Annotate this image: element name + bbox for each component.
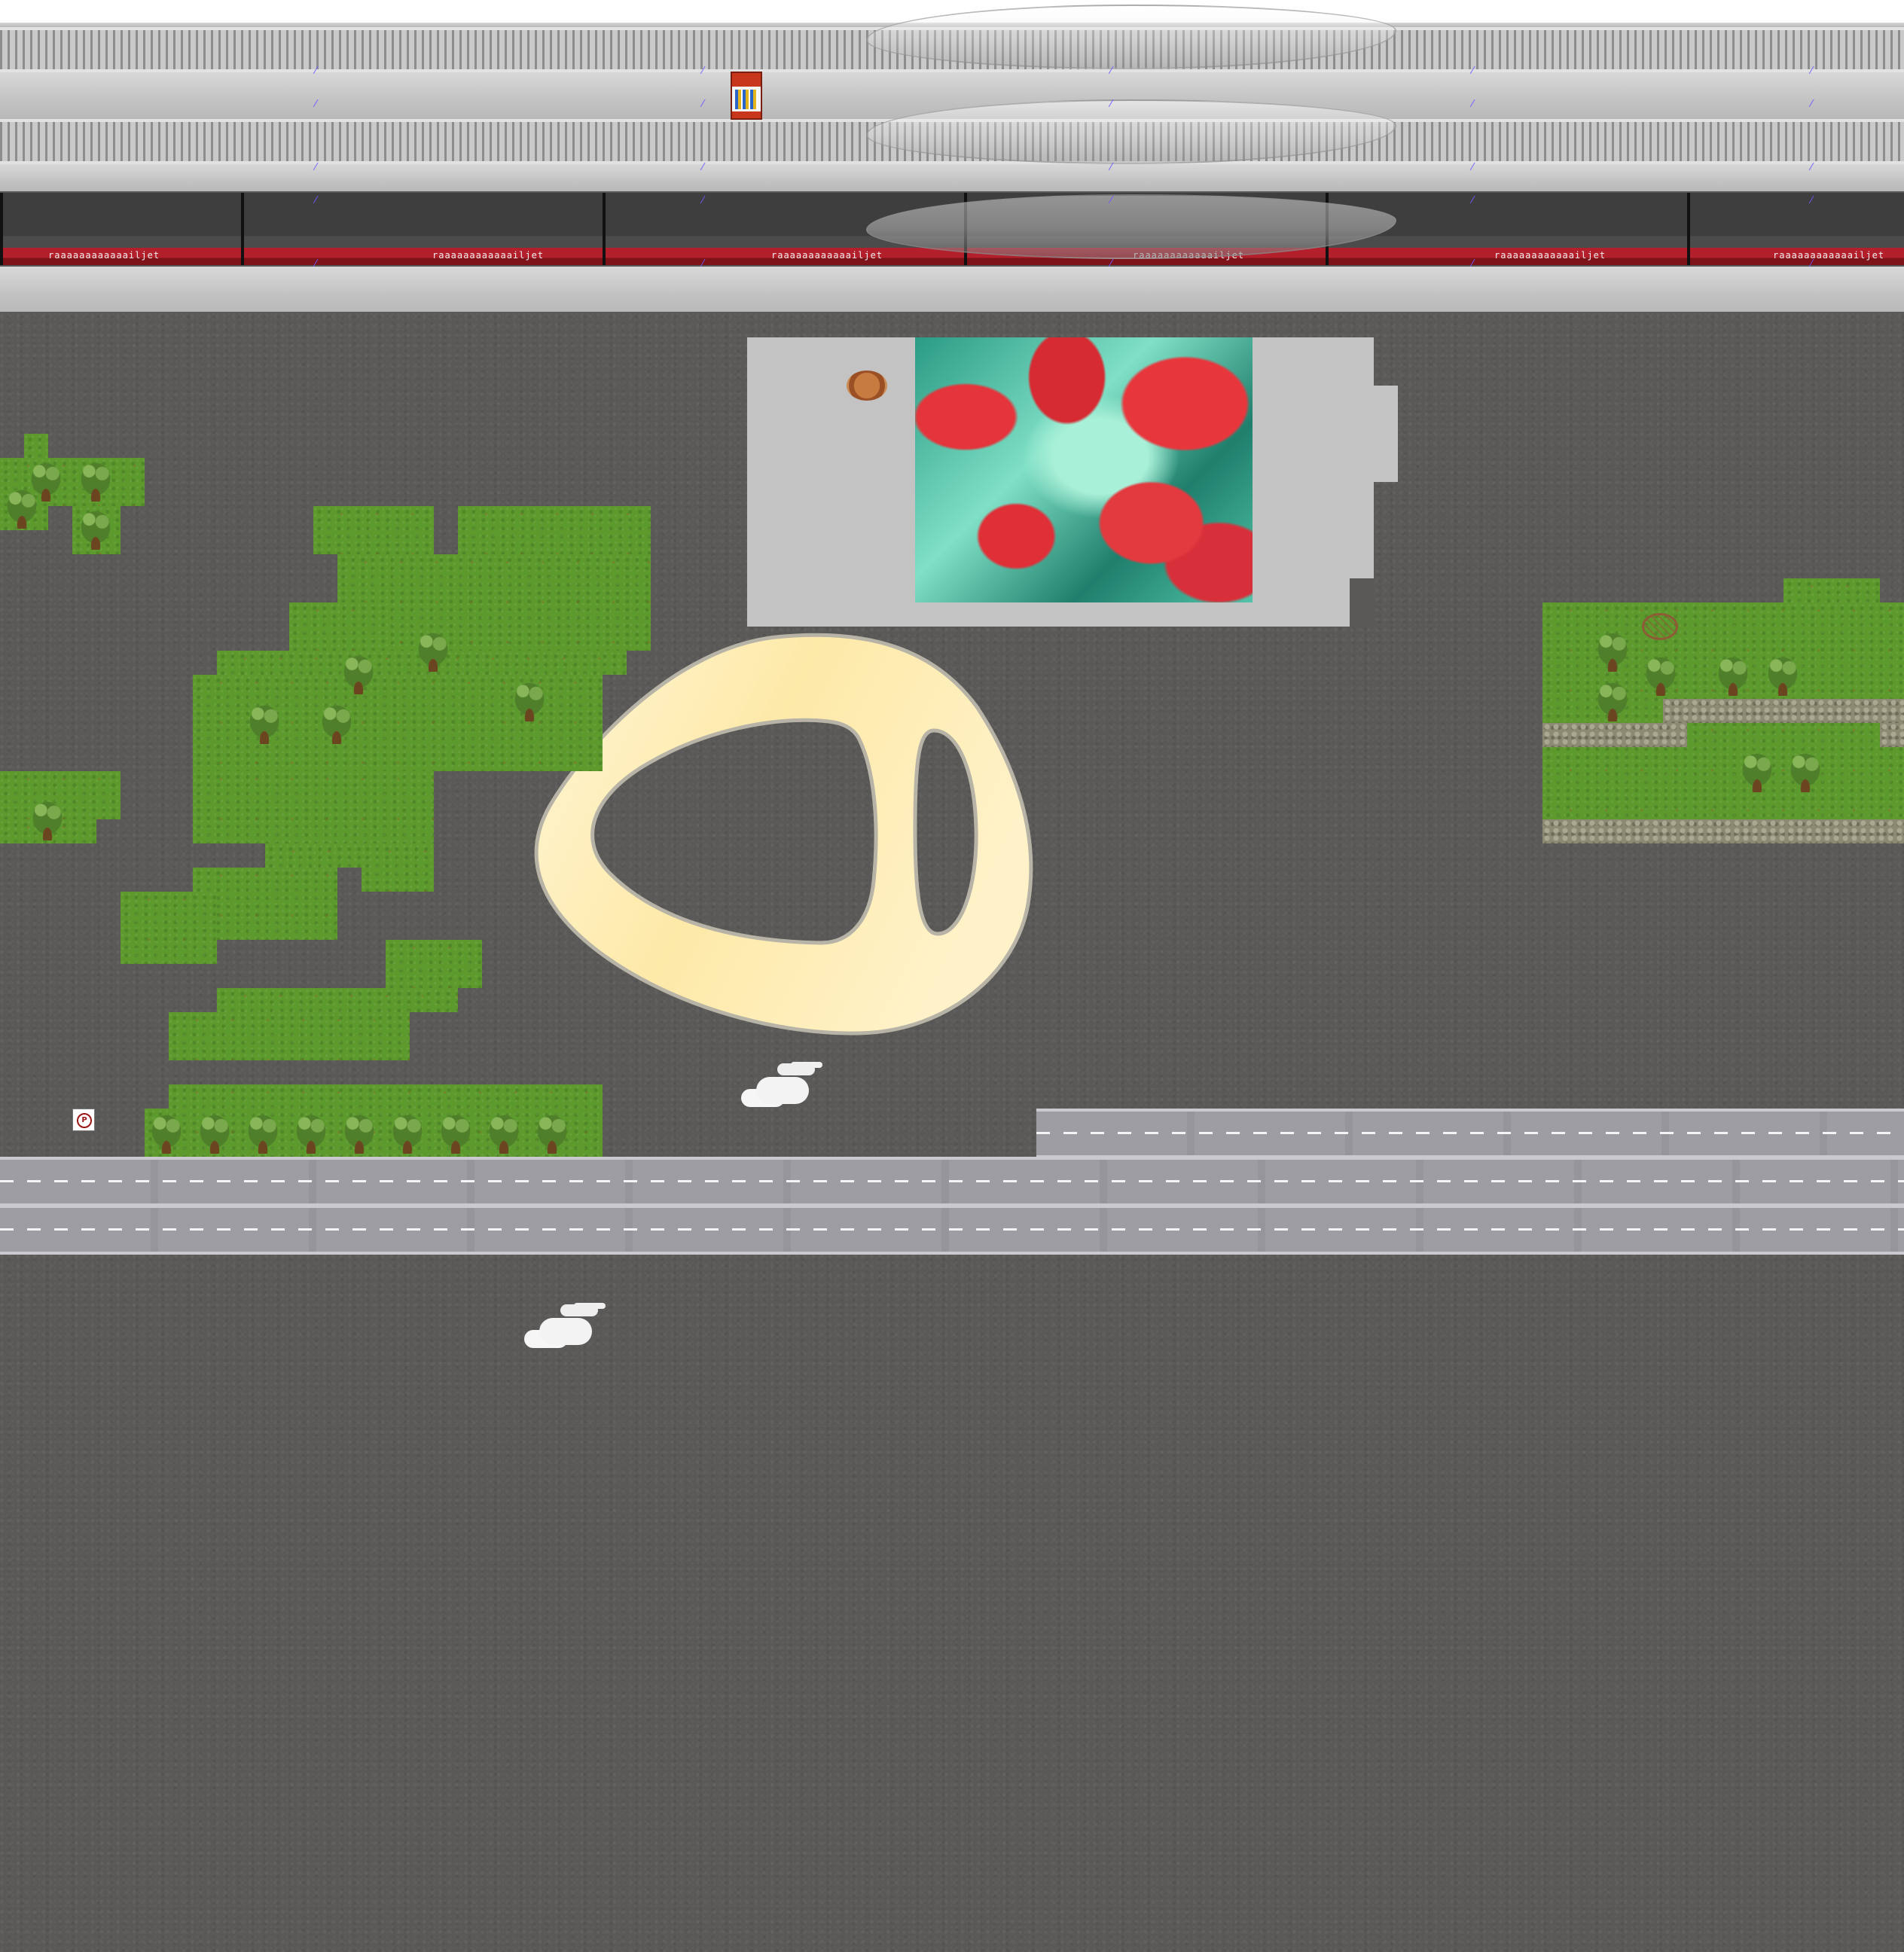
- train-car[interactable]: raaaaaaaaaaaailjet: [0, 193, 241, 265]
- platform-2[interactable]: [0, 164, 1904, 191]
- grass-patch: [121, 892, 217, 964]
- tree-icon: [508, 675, 551, 721]
- platform-marker-icon: ⁄: [315, 258, 317, 270]
- tree-icon: [482, 1107, 526, 1154]
- platform-marker-icon: ⁄: [1811, 258, 1813, 270]
- grass-patch: [362, 843, 434, 892]
- tree-icon: [1761, 649, 1805, 696]
- platform-marker-icon: ⁄: [702, 99, 704, 110]
- train-car[interactable]: raaaaaaaaaaaailjet: [241, 193, 603, 265]
- platform-marker-icon: ⁄: [315, 99, 317, 110]
- platform-marker-icon: ⁄: [1811, 99, 1813, 110]
- platform-marker-icon: ⁄: [702, 258, 704, 270]
- tree-icon: [0, 482, 44, 529]
- tree-icon: [289, 1107, 333, 1154]
- tree-icon: [1591, 675, 1634, 721]
- platform-marker-icon: ⁄: [1811, 66, 1813, 77]
- platform-marker-icon: ⁄: [1110, 195, 1112, 206]
- grass-patch: [313, 506, 434, 554]
- stone-wall: [1542, 819, 1904, 843]
- smoke-puff-icon: [756, 1077, 809, 1104]
- platform-marker-icon: ⁄: [315, 66, 317, 77]
- platform-marker-icon: ⁄: [702, 162, 704, 173]
- platform-marker-icon: ⁄: [702, 195, 704, 206]
- tree-icon: [1783, 746, 1827, 792]
- tree-icon: [530, 1107, 574, 1154]
- tree-icon: [337, 1107, 381, 1154]
- tree-icon: [337, 648, 380, 694]
- grass-patch: [217, 988, 458, 1012]
- platform-marker-icon: ⁄: [702, 66, 704, 77]
- grass-patch: [193, 771, 434, 843]
- platform-marker-icon: ⁄: [1472, 66, 1474, 77]
- grass-patch: [289, 602, 386, 651]
- stone-wall: [1663, 699, 1904, 723]
- grass-patch: [1783, 578, 1880, 602]
- road-lane: [1036, 1109, 1904, 1158]
- road-lane: [0, 1205, 1904, 1255]
- pizza-icon[interactable]: [847, 371, 887, 401]
- train-car-label: raaaaaaaaaaaailjet: [1773, 250, 1885, 261]
- no-entry-sign-icon[interactable]: P: [72, 1109, 95, 1131]
- platform-marker-icon: ⁄: [315, 195, 317, 206]
- tree-icon: [74, 455, 117, 502]
- tree-icon: [1639, 649, 1683, 696]
- grass-patch: [265, 843, 362, 868]
- tree-icon: [411, 625, 455, 672]
- tree-icon: [26, 794, 69, 840]
- smoke-puff-icon: [539, 1318, 592, 1345]
- tree-icon: [243, 697, 286, 744]
- sign-text: P: [77, 1113, 92, 1128]
- train-car-label: raaaaaaaaaaaailjet: [771, 250, 883, 261]
- platform-marker-icon: ⁄: [315, 162, 317, 173]
- building-notch: [1350, 578, 1374, 627]
- tree-icon: [74, 503, 117, 550]
- stone-wall: [1880, 723, 1904, 747]
- tree-icon: [193, 1107, 236, 1154]
- platform-marker-icon: ⁄: [1472, 258, 1474, 270]
- platform-marker-icon: ⁄: [1110, 99, 1112, 110]
- platform-marker-icon: ⁄: [1472, 195, 1474, 206]
- tree-icon: [434, 1107, 478, 1154]
- tree-icon: [145, 1107, 188, 1154]
- building-roof: [1374, 386, 1398, 482]
- platform-marker-icon: ⁄: [1472, 99, 1474, 110]
- tree-icon: [1711, 649, 1755, 696]
- train-car-label: raaaaaaaaaaaailjet: [432, 250, 545, 261]
- tree-icon: [315, 697, 359, 744]
- tree-icon: [1591, 625, 1634, 672]
- building-roof: [1350, 337, 1374, 578]
- tree-icon: [1735, 746, 1779, 792]
- stone-wall: [1542, 723, 1687, 747]
- tree-icon: [386, 1107, 429, 1154]
- train-car[interactable]: raaaaaaaaaaaailjet: [1687, 193, 1904, 265]
- platform-marker-icon: ⁄: [1110, 162, 1112, 173]
- platform-marker-icon: ⁄: [1472, 162, 1474, 173]
- platform-marker-icon: ⁄: [1811, 195, 1813, 206]
- grass-patch: [386, 940, 482, 988]
- platform-marker-icon: ⁄: [1811, 162, 1813, 173]
- train-car-label: raaaaaaaaaaaailjet: [1494, 250, 1606, 261]
- platform-marker-icon: ⁄: [1110, 258, 1112, 270]
- grass-patch: [169, 1012, 313, 1060]
- basket-icon[interactable]: [1642, 613, 1678, 640]
- road-lane: [0, 1157, 1904, 1206]
- train-car-label: raaaaaaaaaaaailjet: [48, 250, 160, 261]
- platform-3[interactable]: [0, 267, 1904, 312]
- mural: [915, 337, 1253, 602]
- vending-machine-icon[interactable]: [731, 72, 762, 120]
- tree-icon: [241, 1107, 285, 1154]
- ring-plaza: [534, 633, 1033, 1035]
- platform-marker-icon: ⁄: [1110, 66, 1112, 77]
